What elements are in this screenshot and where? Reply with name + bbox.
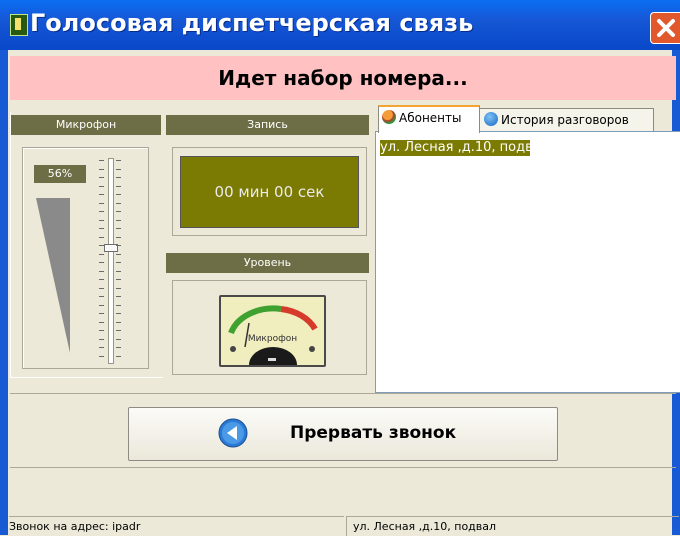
slider-tick (99, 245, 104, 246)
slider-tick (116, 236, 121, 238)
slider-tick (116, 185, 121, 187)
slider-tick (116, 347, 121, 348)
slider-tick (116, 177, 121, 178)
slider-tick (116, 160, 121, 161)
vu-meter-gauge-icon (228, 305, 318, 365)
statusbar-address: Звонок на адрес: ipadr (9, 516, 344, 536)
slider-tick (99, 338, 104, 340)
tab-call-history[interactable]: История разговоров (479, 108, 654, 131)
tab-subscribers[interactable]: Абоненты (378, 105, 480, 133)
slider-tick (116, 355, 121, 357)
slider-tick (116, 245, 121, 246)
hangup-button-label: Прервать звонок (290, 423, 457, 443)
slider-tick (99, 330, 104, 331)
call-status-banner: Идет набор номера... (10, 56, 676, 100)
slider-tick (99, 313, 104, 314)
slider-tick (116, 202, 121, 204)
slider-tick (99, 279, 104, 280)
vu-meter: Микрофон (219, 295, 326, 367)
close-icon (657, 19, 675, 37)
slider-tick (99, 253, 104, 255)
close-button[interactable] (650, 12, 680, 44)
level-header: Уровень (166, 253, 369, 273)
slider-tick (99, 160, 104, 161)
slider-tick (99, 236, 104, 238)
slider-tick (99, 296, 104, 297)
slider-tick (116, 296, 121, 297)
list-item[interactable]: ул. Лесная ,д.10, подвал (380, 140, 530, 156)
slider-tick (99, 194, 104, 195)
slider-tick (116, 287, 121, 289)
vu-meter-label: Микрофон (247, 334, 298, 344)
users-icon (382, 110, 396, 124)
recording-timer: 00 мин 00 сек (180, 156, 359, 228)
subscribers-list[interactable] (375, 131, 680, 393)
microphone-volume-slider[interactable] (108, 158, 114, 364)
slider-tick (99, 262, 104, 263)
slider-tick (99, 321, 104, 323)
slider-tick (99, 347, 104, 348)
window-frame-left (0, 50, 8, 535)
slider-tick (99, 355, 104, 357)
slider-tick (99, 219, 104, 221)
slider-tick (99, 304, 104, 306)
globe-icon (484, 112, 498, 126)
slider-tick (116, 270, 121, 272)
statusbar-location: ул. Лесная ,д.10, подвал (346, 516, 679, 536)
slider-tick (116, 338, 121, 340)
slider-tick (116, 304, 121, 306)
tab-subscribers-label: Абоненты (399, 111, 462, 125)
slider-tick (116, 211, 121, 212)
slider-tick (116, 228, 121, 229)
app-icon (10, 14, 28, 36)
slider-tick (99, 211, 104, 212)
slider-tick (99, 185, 104, 187)
microphone-level-percent: 56% (34, 165, 86, 183)
slider-tick (116, 194, 121, 195)
slider-tick (99, 287, 104, 289)
slider-tick (99, 270, 104, 272)
microphone-header: Микрофон (11, 115, 161, 135)
slider-tick (116, 262, 121, 263)
divider (10, 393, 676, 394)
divider (10, 467, 676, 468)
slider-tick (116, 253, 121, 255)
window-title: Голосовая диспетчерская связь (30, 9, 474, 37)
slider-tick (99, 228, 104, 229)
recording-header: Запись (166, 115, 369, 135)
slider-tick (116, 313, 121, 314)
slider-tick (99, 168, 104, 170)
slider-tick (116, 330, 121, 331)
back-arrow-icon (218, 418, 248, 448)
slider-tick (99, 177, 104, 178)
slider-tick (116, 219, 121, 221)
slider-tick (99, 202, 104, 204)
microphone-level-wedge (36, 198, 70, 353)
tab-call-history-label: История разговоров (501, 113, 629, 127)
slider-tick (116, 168, 121, 170)
slider-tick (116, 279, 121, 280)
slider-tick (116, 321, 121, 323)
